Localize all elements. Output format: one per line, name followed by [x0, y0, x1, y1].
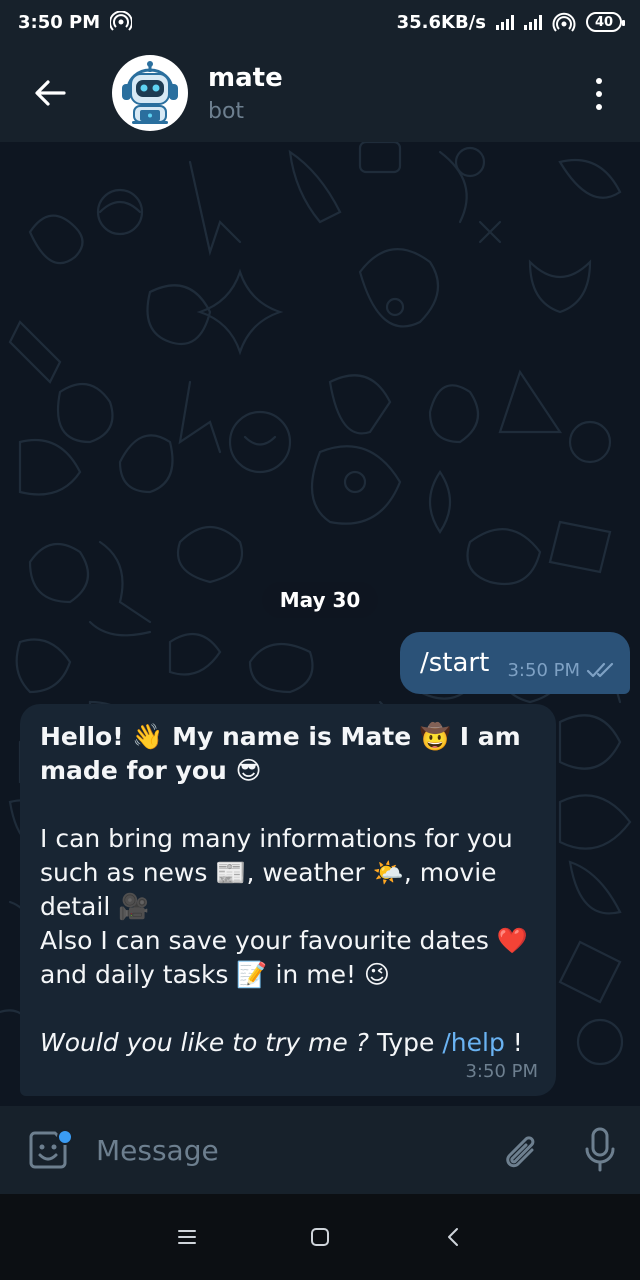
outgoing-message-text: /start: [420, 648, 490, 678]
chevron-left-icon: [448, 1228, 459, 1246]
incoming-message-cta: Would you like to try me ? Type /help !: [40, 1026, 536, 1060]
cta-end: !: [504, 1028, 523, 1057]
cta-type-word: Type: [369, 1028, 443, 1057]
arrow-left-icon: [35, 80, 66, 106]
menu-lines-icon: [177, 1230, 196, 1244]
date-separator: May 30: [262, 582, 378, 618]
status-right: 35.6KB/s 40: [396, 11, 625, 33]
more-options-button[interactable]: [584, 74, 614, 114]
dot-icon: [596, 104, 602, 110]
chat-header: mate bot: [0, 44, 640, 142]
incoming-message-time: 3:50 PM: [465, 1061, 538, 1082]
double-check-icon: [586, 662, 614, 678]
cta-question: Would you like to try me ?: [40, 1028, 370, 1057]
emoji-button[interactable]: [0, 1106, 96, 1194]
voice-record-button[interactable]: [560, 1106, 640, 1194]
dot-icon: [596, 78, 602, 84]
square-icon: [310, 1228, 329, 1246]
outgoing-message[interactable]: /start 3:50 PM: [400, 632, 630, 694]
robot-icon: [122, 61, 178, 124]
chat-title: mate: [208, 62, 283, 93]
outgoing-message-time: 3:50 PM: [507, 659, 580, 681]
dot-icon: [596, 91, 602, 97]
attach-button[interactable]: [480, 1106, 560, 1194]
status-left: 3:50 PM: [18, 11, 133, 33]
battery-indicator: 40: [586, 12, 625, 32]
notification-dot: [57, 1129, 73, 1145]
home-button[interactable]: [290, 1207, 350, 1267]
incoming-message-greeting: Hello! 👋 My name is Mate 🤠 I am made for…: [40, 722, 521, 785]
network-speed: 35.6KB/s: [396, 11, 486, 33]
signal-sim2-icon: [524, 14, 542, 30]
chat-subtitle: bot: [208, 98, 245, 124]
battery-level: 40: [594, 14, 614, 30]
recent-apps-button[interactable]: [157, 1207, 217, 1267]
bot-avatar[interactable]: [112, 55, 188, 131]
chat-title-block[interactable]: mate bot: [208, 63, 283, 124]
outgoing-message-meta: 3:50 PM: [507, 660, 614, 681]
help-command-link[interactable]: /help: [442, 1028, 504, 1057]
status-time: 3:50 PM: [18, 11, 101, 33]
paperclip-icon: [506, 1136, 535, 1168]
incoming-message-body: I can bring many informations for you su…: [40, 824, 529, 989]
incoming-message[interactable]: Hello! 👋 My name is Mate 🤠 I am made for…: [20, 704, 556, 1096]
hotspot-icon: [110, 11, 133, 31]
system-back-button[interactable]: [423, 1207, 483, 1267]
chat-messages-area[interactable]: May 30 /start 3:50 PM Hello! 👋 My name i…: [0, 142, 640, 1106]
message-input[interactable]: [96, 1106, 480, 1194]
microphone-icon: [585, 1127, 615, 1172]
wifi-icon: [552, 12, 576, 32]
message-composer: [0, 1106, 640, 1194]
status-bar: 3:50 PM 35.6KB/s 40: [0, 0, 640, 44]
date-label: May 30: [279, 588, 361, 612]
system-navigation-bar: [0, 1194, 640, 1280]
signal-sim1-icon: [496, 14, 514, 30]
back-button[interactable]: [0, 44, 100, 142]
